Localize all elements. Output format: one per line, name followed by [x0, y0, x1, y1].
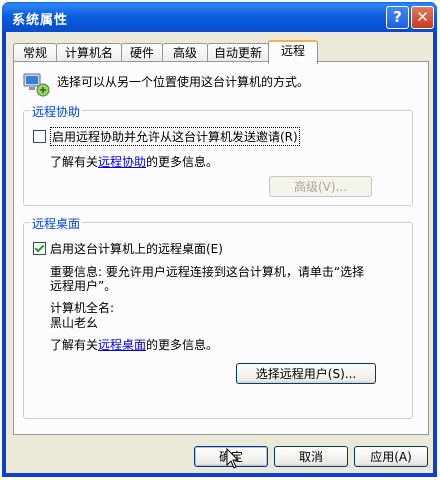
- remote-desktop-checkbox-label[interactable]: 启用这台计算机上的远程桌面(E): [50, 240, 223, 257]
- window-title: 系统属性: [12, 13, 69, 28]
- help-button[interactable]: ?: [386, 6, 409, 29]
- remote-assistance-checkbox-row[interactable]: 启用远程协助并允许从这台计算机发送邀请(R): [33, 127, 300, 146]
- apply-button[interactable]: 应用(A): [354, 446, 428, 467]
- important-info-line2: 远程用户”。: [50, 279, 117, 293]
- remote-assistance-learn-more: 了解有关远程协助的更多信息。: [50, 153, 218, 170]
- tab-strip: 常规 计算机名 硬件 高级 自动更新 远程: [13, 40, 433, 64]
- title-bar[interactable]: 系统属性 ? ✕: [2, 2, 437, 32]
- remote-desktop-checkbox-row[interactable]: 启用这台计算机上的远程桌面(E): [33, 240, 223, 257]
- intro-text: 选择可以从另一个位置使用这台计算机的方式。: [57, 75, 310, 89]
- remote-computer-icon: [23, 73, 50, 97]
- remote-desktop-link[interactable]: 远程桌面: [98, 338, 146, 352]
- close-button[interactable]: ✕: [411, 6, 434, 29]
- learn-more-suffix: 的更多信息。: [146, 338, 219, 352]
- tab-hardware[interactable]: 硬件: [121, 43, 163, 62]
- remote-desktop-group: 远程桌面 启用这台计算机上的远程桌面(E) 重要信息: 要允许用户远程连接到这台…: [23, 215, 413, 419]
- remote-desktop-learn-more: 了解有关远程桌面的更多信息。: [50, 336, 218, 353]
- advanced-button[interactable]: 高级(V)...: [269, 176, 372, 197]
- remote-tab-panel: 选择可以从另一个位置使用这台计算机的方式。 远程协助 启用远程协助并允许从这台计…: [13, 61, 429, 435]
- remote-assistance-checkbox-label[interactable]: 启用远程协助并允许从这台计算机发送邀请(R): [50, 127, 300, 146]
- tab-advanced[interactable]: 高级: [162, 43, 208, 62]
- learn-more-prefix: 了解有关: [50, 155, 99, 169]
- remote-assistance-group-title: 远程协助: [30, 103, 83, 120]
- tab-remote[interactable]: 远程: [268, 40, 318, 64]
- remote-desktop-checkbox[interactable]: [33, 242, 46, 255]
- full-computer-name-value: 黑山老幺: [50, 316, 99, 330]
- cancel-button[interactable]: 取消: [274, 446, 348, 467]
- remote-assistance-link[interactable]: 远程协助: [98, 155, 146, 169]
- remote-desktop-group-title: 远程桌面: [30, 215, 83, 232]
- learn-more-prefix: 了解有关: [50, 338, 99, 352]
- remote-assistance-checkbox[interactable]: [33, 130, 46, 143]
- dialog-client: 常规 计算机名 硬件 高级 自动更新 远程 选择可以从另一个位置使用这台计算机的…: [6, 32, 433, 473]
- learn-more-suffix: 的更多信息。: [146, 155, 219, 169]
- tab-general[interactable]: 常规: [13, 43, 57, 62]
- mouse-pointer-icon: [226, 448, 240, 469]
- tab-computer-name[interactable]: 计算机名: [56, 43, 122, 62]
- tab-auto-update[interactable]: 自动更新: [207, 43, 269, 62]
- remote-assistance-group: 远程协助 启用远程协助并允许从这台计算机发送邀请(R) 了解有关远程协助的更多信…: [23, 103, 413, 206]
- select-remote-users-button[interactable]: 选择远程用户(S)...: [236, 363, 376, 384]
- system-properties-window: 系统属性 ? ✕ 常规 计算机名 硬件 高级 自动更新 远程 选择可以从另一个位…: [2, 2, 437, 477]
